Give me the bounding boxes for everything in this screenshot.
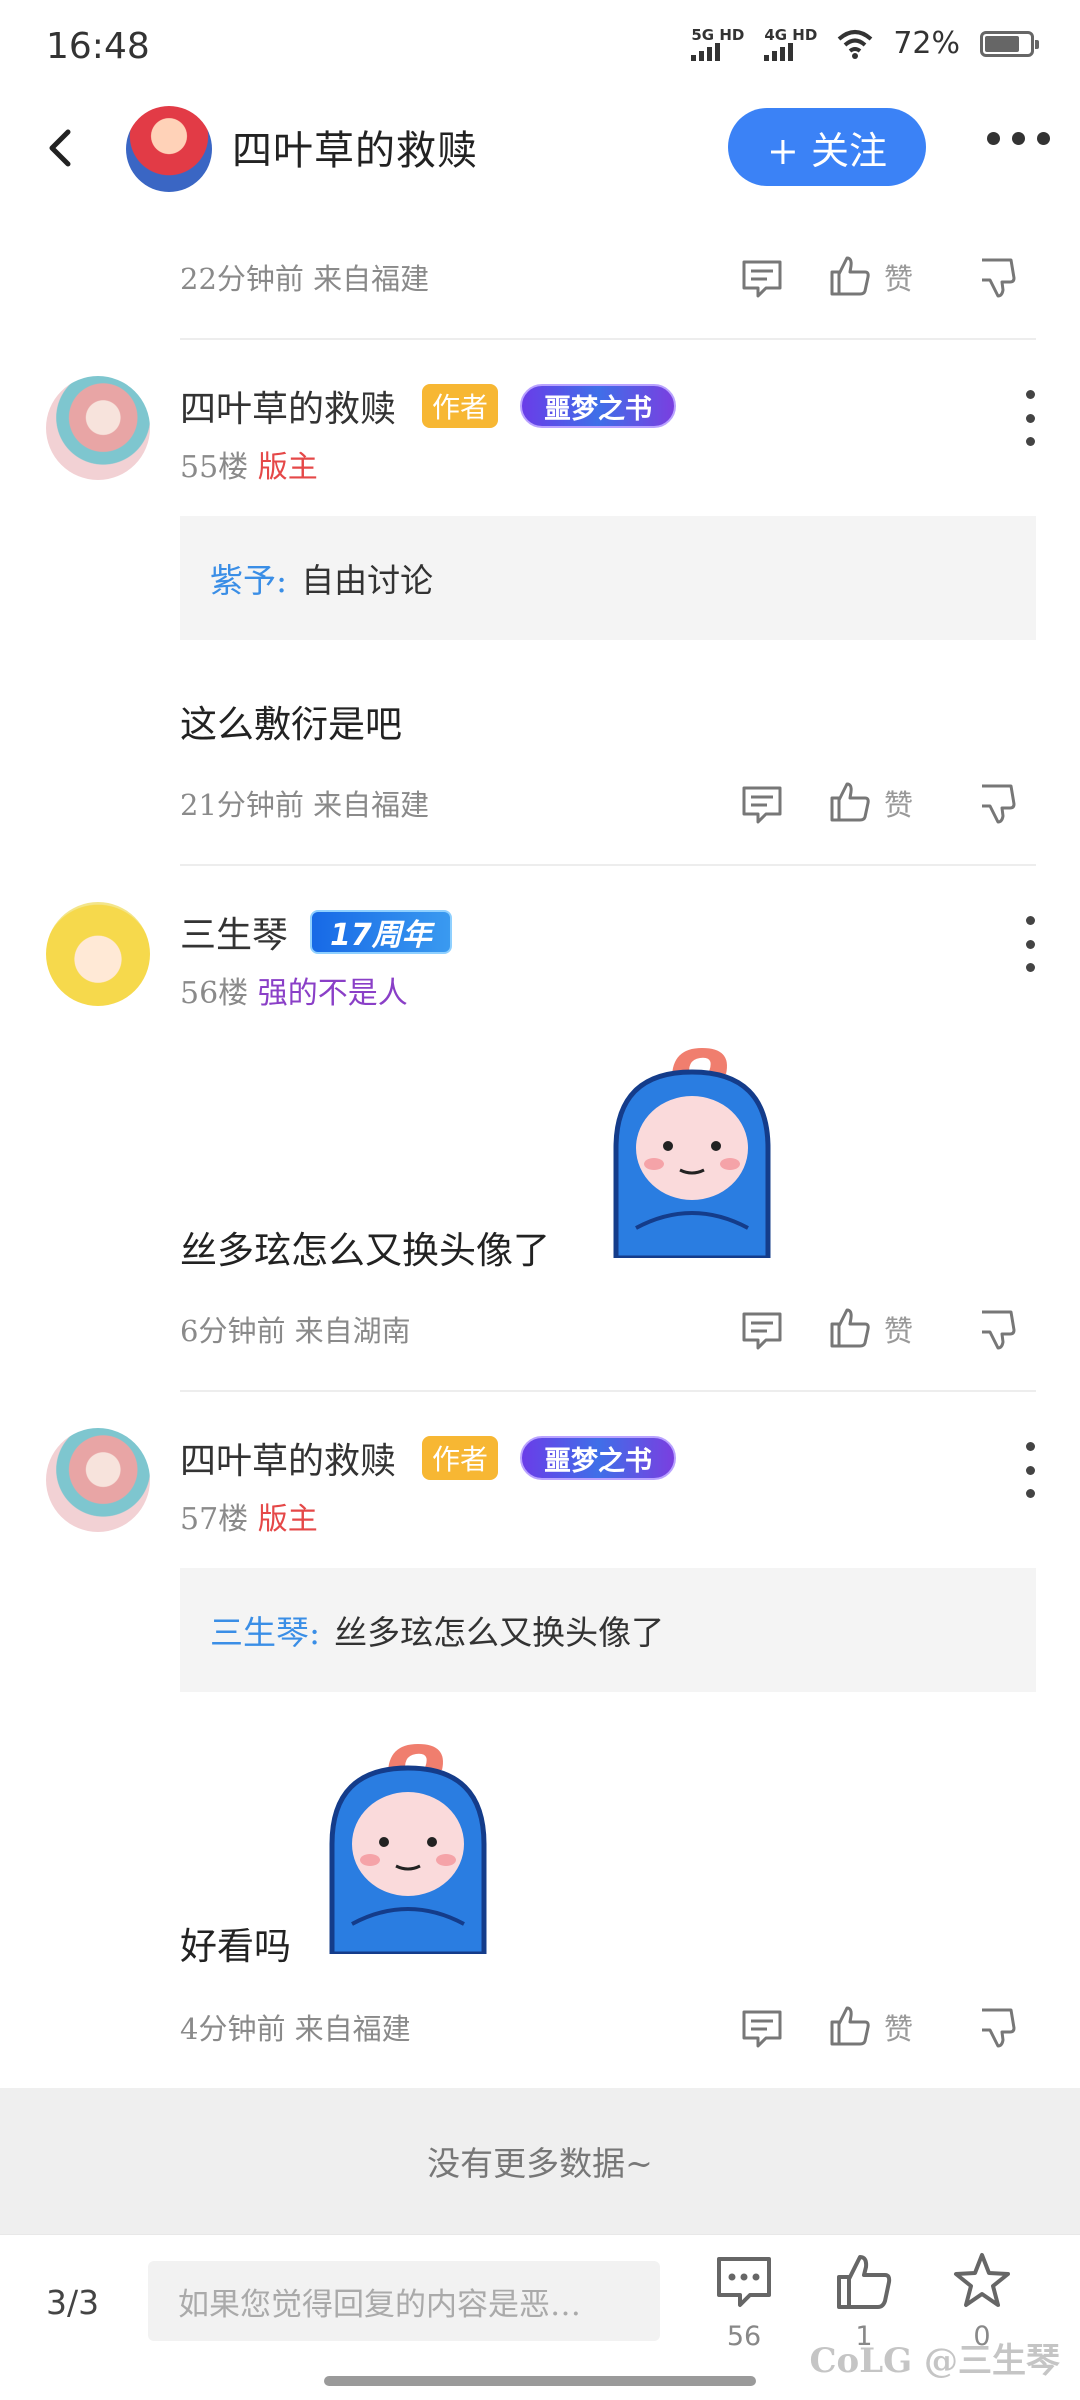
star-icon[interactable] [952, 2251, 1012, 2311]
back-arrow-icon[interactable] [34, 120, 90, 176]
floor-info: 57楼 版主 [180, 1494, 318, 1538]
quoted-reply[interactable]: 紫予: 自由讨论 [180, 516, 1036, 640]
screen: 16:48 5G HD 4G HD 72% 四叶草的救赎 + 关注 22分钟前 … [0, 0, 1080, 2400]
reply-icon[interactable] [740, 1308, 784, 1352]
bottom-bar: 3/3 如果您觉得回复的内容是恶… 56 1 0 CoLG @三生琴 [0, 2234, 1080, 2400]
reply-icon[interactable] [740, 2006, 784, 2050]
quoted-reply[interactable]: 三生琴: 丝多玹怎么又换头像了 [180, 1568, 1036, 1692]
floor-number: 56楼 [180, 976, 249, 1011]
like-icon[interactable] [834, 2251, 894, 2311]
quote-text: 自由讨论 [301, 561, 434, 600]
reply-input[interactable]: 如果您觉得回复的内容是恶… [148, 2261, 660, 2341]
medal-badge[interactable]: 噩梦之书 [520, 384, 676, 428]
no-more-data: 没有更多数据~ [0, 2088, 1080, 2234]
post-meta: 6分钟前 来自湖南 [180, 1314, 411, 1348]
author-badge: 作者 [422, 1436, 499, 1480]
network-label-2: 4G HD [764, 25, 818, 44]
reply-icon[interactable] [740, 782, 784, 826]
thumbs-down-icon[interactable] [978, 256, 1022, 300]
floor-number: 55楼 [180, 450, 249, 485]
thumbs-up-icon[interactable] [828, 780, 872, 824]
like-label[interactable]: 赞 [884, 1308, 913, 1350]
user-title: 版主 [257, 1502, 318, 1537]
quote-text: 丝多玹怎么又换头像了 [334, 1613, 665, 1652]
more-options-icon[interactable] [987, 132, 1050, 145]
post-more-icon[interactable] [1020, 390, 1040, 446]
post-meta: 22分钟前 来自福建 [180, 262, 430, 296]
author-badge: 作者 [422, 384, 499, 428]
battery-icon [980, 30, 1039, 57]
divider [180, 338, 1036, 340]
post-text: 丝多玹怎么又换头像了 [180, 1229, 550, 1272]
gesture-handle[interactable] [324, 2376, 756, 2386]
status-bar: 16:48 5G HD 4G HD 72% [0, 0, 1080, 96]
like-label[interactable]: 赞 [884, 256, 913, 298]
anniversary-badge[interactable]: 17周年 [310, 910, 452, 954]
quote-author[interactable]: 紫予: [210, 554, 287, 602]
post-meta: 21分钟前 来自福建 [180, 788, 430, 822]
divider [180, 864, 1036, 866]
sticker-image[interactable] [322, 1744, 494, 1954]
thumbs-up-icon[interactable] [828, 1306, 872, 1350]
username[interactable]: 三生琴 [180, 906, 288, 958]
thumbs-up-icon[interactable] [828, 2004, 872, 2048]
poster-name[interactable]: 四叶草的救赎 [232, 118, 478, 176]
page-indicator[interactable]: 3/3 [46, 2283, 99, 2322]
avatar[interactable] [46, 902, 150, 1006]
sticker-image[interactable] [606, 1048, 778, 1258]
thumbs-down-icon[interactable] [978, 2006, 1022, 2050]
floor-number: 57楼 [180, 1502, 249, 1537]
comment-count: 56 [726, 2321, 762, 2352]
post-more-icon[interactable] [1020, 1442, 1040, 1498]
battery-percent: 72% [893, 26, 960, 61]
poster-avatar[interactable] [126, 106, 212, 192]
thread-header: 四叶草的救赎 + 关注 [0, 96, 1080, 216]
watermark: CoLG @三生琴 [809, 2341, 1060, 2381]
floor-info: 55楼 版主 [180, 442, 318, 486]
thumbs-up-icon[interactable] [828, 254, 872, 298]
post-meta: 4分钟前 来自福建 [180, 2012, 411, 2046]
status-time: 16:48 [46, 26, 150, 67]
medal-badge[interactable]: 噩梦之书 [520, 1436, 676, 1480]
thumbs-down-icon[interactable] [978, 782, 1022, 826]
post-text: 好看吗 [180, 1925, 291, 1968]
signal-4g-icon: 4G HD [764, 27, 817, 61]
post-more-icon[interactable] [1020, 916, 1040, 972]
signal-5g-icon: 5G HD [691, 27, 744, 61]
follow-button[interactable]: + 关注 [728, 108, 926, 186]
thumbs-down-icon[interactable] [978, 1308, 1022, 1352]
like-label[interactable]: 赞 [884, 782, 913, 824]
status-icons: 5G HD 4G HD 72% [691, 26, 1039, 61]
avatar[interactable] [46, 1428, 150, 1532]
quote-author[interactable]: 三生琴: [210, 1606, 320, 1654]
user-title: 版主 [257, 450, 318, 485]
avatar[interactable] [46, 376, 150, 480]
network-label-1: 5G HD [691, 25, 745, 44]
username[interactable]: 四叶草的救赎 [180, 380, 396, 432]
reply-icon[interactable] [740, 256, 784, 300]
post-text: 这么敷衍是吧 [180, 703, 402, 746]
like-label[interactable]: 赞 [884, 2006, 913, 2048]
user-title: 强的不是人 [257, 976, 408, 1011]
wifi-icon [837, 29, 873, 59]
comment-icon[interactable] [714, 2253, 774, 2313]
divider [180, 1390, 1036, 1392]
floor-info: 56楼 强的不是人 [180, 968, 408, 1012]
username[interactable]: 四叶草的救赎 [180, 1432, 396, 1484]
